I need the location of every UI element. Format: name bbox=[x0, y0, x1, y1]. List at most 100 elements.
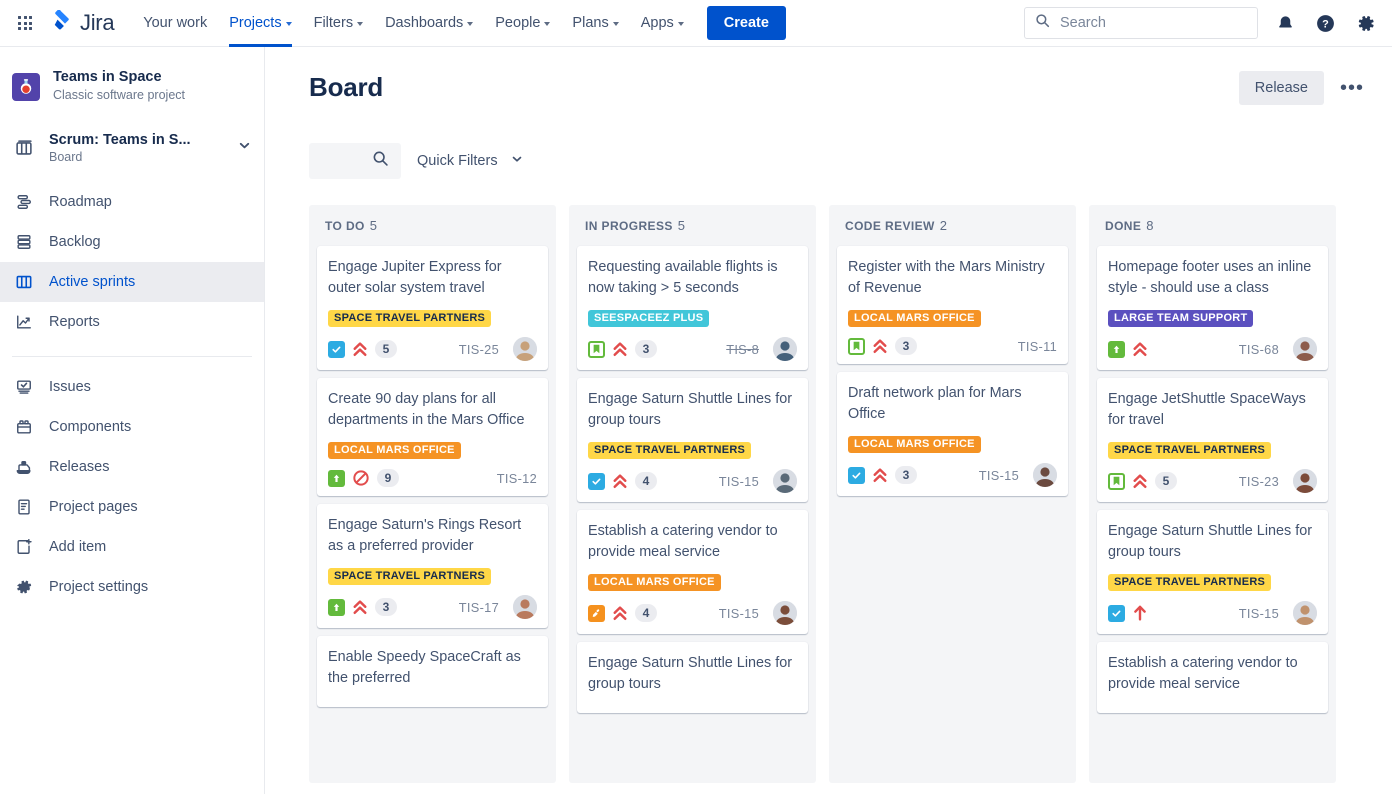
issue-key[interactable]: TIS-23 bbox=[1239, 474, 1279, 489]
avatar[interactable] bbox=[773, 337, 797, 361]
issue-card[interactable]: Engage Saturn Shuttle Lines for group to… bbox=[577, 642, 808, 713]
board-column: DONE 8 Homepage footer uses an inline styl… bbox=[1089, 205, 1336, 783]
issue-type-task-icon bbox=[588, 472, 605, 490]
nav-item-projects[interactable]: Projects bbox=[218, 0, 302, 47]
issue-label: SPACE TRAVEL PARTNERS bbox=[1108, 442, 1272, 459]
priority-highest-icon bbox=[612, 341, 628, 358]
issue-card[interactable]: Engage Saturn's Rings Resort as a prefer… bbox=[317, 504, 548, 628]
issue-title: Establish a catering vendor to provide m… bbox=[588, 523, 778, 560]
board-header-actions: Release ••• bbox=[1238, 71, 1370, 105]
issue-card[interactable]: Draft network plan for Mars Office LOCAL … bbox=[837, 372, 1068, 496]
app-switcher-icon[interactable] bbox=[10, 8, 40, 38]
avatar[interactable] bbox=[773, 469, 797, 493]
sidebar-item-project-settings[interactable]: Project settings bbox=[0, 567, 264, 607]
avatar[interactable] bbox=[1293, 337, 1317, 361]
sidebar-item-reports[interactable]: Reports bbox=[0, 302, 264, 342]
notifications-icon[interactable] bbox=[1272, 10, 1298, 36]
global-search[interactable] bbox=[1024, 7, 1258, 39]
issue-key[interactable]: TIS-15 bbox=[979, 468, 1019, 483]
chevron-down-icon[interactable] bbox=[237, 138, 252, 158]
issue-title: Enable Speedy SpaceCraft as the preferre… bbox=[328, 649, 521, 686]
column-name: DONE bbox=[1105, 219, 1142, 233]
backlog-icon bbox=[12, 232, 36, 252]
board-search-input[interactable] bbox=[309, 143, 401, 179]
sidebar-item-active-sprints[interactable]: Active sprints bbox=[0, 262, 264, 302]
issue-key[interactable]: TIS-15 bbox=[719, 606, 759, 621]
sidebar-item-label: Project settings bbox=[49, 579, 149, 595]
issue-card[interactable]: Engage Jupiter Express for outer solar s… bbox=[317, 246, 548, 370]
search-input[interactable] bbox=[1058, 14, 1247, 32]
avatar[interactable] bbox=[513, 595, 537, 619]
priority-blocker-icon bbox=[352, 469, 370, 487]
sidebar-item-releases[interactable]: Releases bbox=[0, 447, 264, 487]
column-count: 5 bbox=[369, 218, 378, 233]
nav-item-plans[interactable]: Plans bbox=[561, 0, 629, 47]
issue-card[interactable]: Establish a catering vendor to provide m… bbox=[577, 510, 808, 634]
issue-card-footer: 3 TIS-17 bbox=[328, 595, 537, 619]
sidebar-item-roadmap[interactable]: Roadmap bbox=[0, 182, 264, 222]
avatar[interactable] bbox=[1293, 469, 1317, 493]
issue-key[interactable]: TIS-11 bbox=[1018, 339, 1057, 354]
issue-card[interactable]: Engage Saturn Shuttle Lines for group to… bbox=[577, 378, 808, 502]
issue-card[interactable]: Establish a catering vendor to provide m… bbox=[1097, 642, 1328, 713]
pages-icon bbox=[12, 497, 36, 517]
release-button[interactable]: Release bbox=[1238, 71, 1324, 105]
issue-card[interactable]: Register with the Mars Ministry of Reven… bbox=[837, 246, 1068, 364]
chevron-down-icon bbox=[612, 22, 619, 26]
nav-label: Projects bbox=[229, 15, 282, 31]
avatar[interactable] bbox=[773, 601, 797, 625]
sidebar-item-label: Roadmap bbox=[49, 194, 112, 210]
nav-item-apps[interactable]: Apps bbox=[630, 0, 695, 47]
column-header: DONE 8 bbox=[1097, 215, 1328, 233]
nav-item-your-work[interactable]: Your work bbox=[132, 0, 218, 47]
create-button[interactable]: Create bbox=[706, 6, 786, 40]
sidebar-item-label: Issues bbox=[49, 379, 91, 395]
issue-key[interactable]: TIS-25 bbox=[459, 342, 499, 357]
issue-key[interactable]: TIS-15 bbox=[1239, 606, 1279, 621]
issue-card-footer: 9 TIS-12 bbox=[328, 469, 537, 487]
nav-item-people[interactable]: People bbox=[484, 0, 561, 47]
issue-key[interactable]: TIS-8 bbox=[726, 342, 759, 357]
nav-item-dashboards[interactable]: Dashboards bbox=[374, 0, 484, 47]
reports-icon bbox=[12, 312, 36, 332]
avatar[interactable] bbox=[513, 337, 537, 361]
quick-filters-dropdown[interactable]: Quick Filters bbox=[417, 152, 524, 170]
more-options-icon[interactable]: ••• bbox=[1334, 74, 1370, 102]
issue-card[interactable]: Engage Saturn Shuttle Lines for group to… bbox=[1097, 510, 1328, 634]
issue-key[interactable]: TIS-68 bbox=[1239, 342, 1279, 357]
issue-type-task-icon bbox=[848, 466, 865, 484]
help-icon[interactable]: ? bbox=[1312, 10, 1338, 36]
board-selector[interactable]: Scrum: Teams in S... Board bbox=[0, 124, 264, 172]
issue-key[interactable]: TIS-15 bbox=[719, 474, 759, 489]
issue-card[interactable]: Enable Speedy SpaceCraft as the preferre… bbox=[317, 636, 548, 707]
issue-key[interactable]: TIS-12 bbox=[497, 471, 537, 486]
issue-title: Engage Saturn Shuttle Lines for group to… bbox=[1108, 523, 1313, 560]
jira-logo[interactable]: Jira bbox=[52, 8, 115, 37]
avatar[interactable] bbox=[1033, 463, 1057, 487]
issue-card[interactable]: Engage JetShuttle SpaceWays for travel SP… bbox=[1097, 378, 1328, 502]
issue-key[interactable]: TIS-17 bbox=[459, 600, 499, 615]
issue-label: SPACE TRAVEL PARTNERS bbox=[1108, 574, 1272, 591]
priority-highest-icon bbox=[612, 605, 628, 622]
issue-card[interactable]: Requesting available flights is now taki… bbox=[577, 246, 808, 370]
sidebar-item-issues[interactable]: Issues bbox=[0, 367, 264, 407]
settings-icon[interactable] bbox=[1352, 10, 1378, 36]
issue-card-footer: 5 TIS-25 bbox=[328, 337, 537, 361]
issue-title: Engage JetShuttle SpaceWays for travel bbox=[1108, 391, 1306, 428]
column-count: 5 bbox=[677, 218, 685, 233]
avatar[interactable] bbox=[1293, 601, 1317, 625]
priority-highest-icon bbox=[352, 599, 368, 616]
nav-item-filters[interactable]: Filters bbox=[303, 0, 374, 47]
issue-card[interactable]: Create 90 day plans for all departments … bbox=[317, 378, 548, 496]
sidebar-item-project-pages[interactable]: Project pages bbox=[0, 487, 264, 527]
kanban-board: TO DO 5 Engage Jupiter Express for outer s… bbox=[309, 205, 1370, 783]
sidebar-item-add-item[interactable]: Add item bbox=[0, 527, 264, 567]
sidebar-item-backlog[interactable]: Backlog bbox=[0, 222, 264, 262]
sidebar-item-components[interactable]: Components bbox=[0, 407, 264, 447]
story-points-badge: 4 bbox=[635, 604, 657, 622]
search-icon bbox=[1035, 13, 1050, 33]
releases-icon bbox=[12, 457, 36, 477]
jira-logo-icon bbox=[52, 8, 74, 37]
project-header[interactable]: Teams in Space Classic software project bbox=[0, 65, 264, 108]
issue-card[interactable]: Homepage footer uses an inline style - s… bbox=[1097, 246, 1328, 370]
